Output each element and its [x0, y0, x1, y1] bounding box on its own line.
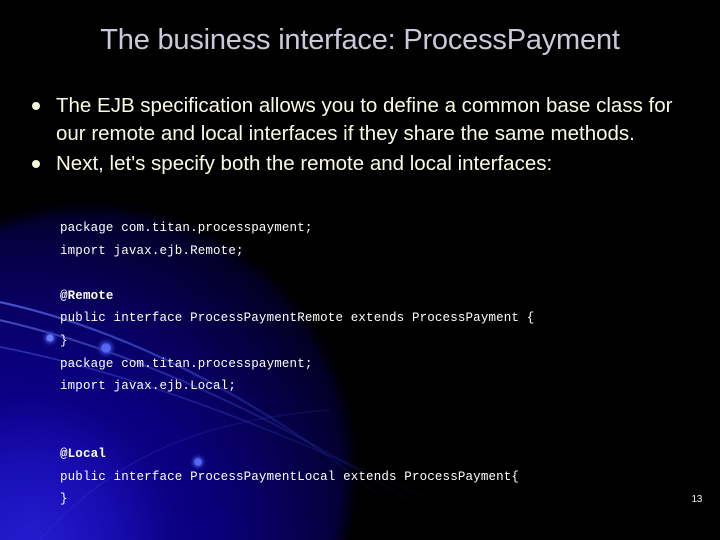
bullet-list: The EJB specification allows you to defi…	[24, 92, 696, 180]
code-listing: package com.titan.processpayment; import…	[60, 217, 700, 511]
code-line: package com.titan.processpayment;	[60, 356, 313, 371]
code-line-annotation-local: @Local	[60, 446, 106, 461]
page-number: 13	[691, 494, 702, 505]
bullet-text: The EJB specification allows you to defi…	[56, 94, 673, 145]
page-title: The business interface: ProcessPayment	[100, 24, 620, 56]
code-line: public interface ProcessPaymentRemote ex…	[60, 311, 535, 326]
list-item: The EJB specification allows you to defi…	[24, 92, 696, 148]
code-line: }	[60, 492, 68, 507]
code-block-local: package com.titan.processpayment; import…	[60, 353, 700, 511]
code-block-remote: package com.titan.processpayment; import…	[60, 217, 700, 353]
bullet-point-icon	[32, 160, 40, 168]
code-line: public interface ProcessPaymentLocal ext…	[60, 469, 520, 484]
code-line: import javax.ejb.Remote;	[60, 243, 244, 258]
bullet-text: Next, let's specify both the remote and …	[56, 152, 553, 175]
code-line-annotation-remote: @Remote	[60, 288, 114, 303]
code-line: }	[60, 333, 68, 348]
list-item: Next, let's specify both the remote and …	[24, 150, 696, 178]
slide-canvas: The business interface: ProcessPayment T…	[0, 0, 720, 540]
code-line: import javax.ejb.Local;	[60, 379, 236, 394]
code-line: package com.titan.processpayment;	[60, 221, 313, 235]
bullet-point-icon	[32, 102, 40, 110]
